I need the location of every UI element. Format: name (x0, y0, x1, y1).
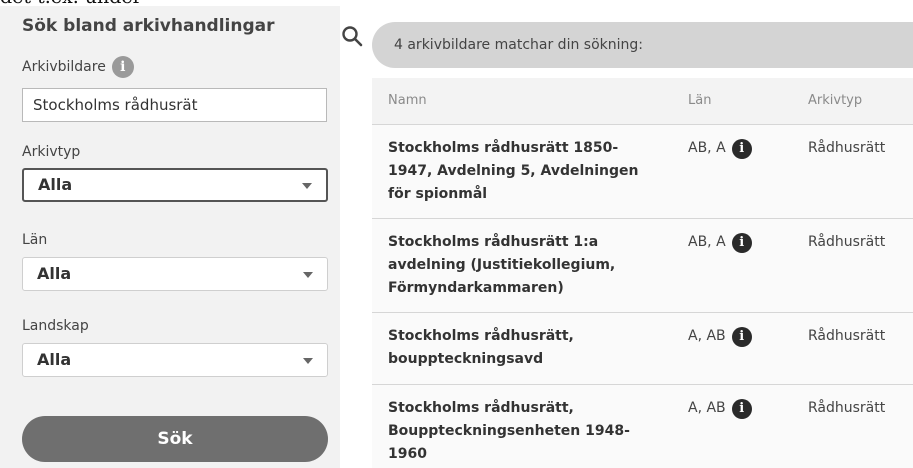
row-arkivtyp: Rådhusrätt (808, 234, 886, 250)
results-summary: 4 arkivbildare matchar din sökning: (372, 22, 913, 68)
chevron-down-icon (302, 183, 312, 189)
lan-select[interactable]: Alla (22, 257, 328, 291)
search-panel: Sök bland arkivhandlingar Arkivbildare i… (0, 6, 340, 468)
info-icon[interactable]: i (731, 232, 752, 253)
column-header-lan[interactable]: Län (688, 93, 711, 108)
arkivbildare-label: Arkivbildare i (22, 56, 134, 78)
row-arkivtyp: Rådhusrätt (808, 328, 886, 344)
row-name-link[interactable]: Stockholms rådhusrätt 1:a avdelning (Jus… (388, 231, 658, 300)
arkivtyp-select[interactable]: Alla (22, 168, 328, 202)
search-icon-button[interactable] (340, 24, 364, 64)
row-lan: A, AB i (688, 397, 752, 420)
info-icon[interactable]: i (731, 138, 752, 159)
lan-value: Alla (37, 264, 72, 283)
chevron-down-icon (303, 358, 313, 364)
row-arkivtyp: Rådhusrätt (808, 400, 886, 416)
row-arkivtyp: Rådhusrätt (808, 140, 886, 156)
row-name-link[interactable]: Stockholms rådhusrätt, Bouppteckningsenh… (388, 397, 658, 466)
info-icon[interactable]: i (731, 398, 752, 419)
row-lan: A, AB i (688, 325, 752, 348)
search-button[interactable]: Sök (22, 416, 328, 462)
table-header: Namn Län Arkivtyp (372, 78, 913, 124)
row-lan-text: A, AB (688, 328, 726, 344)
table-row[interactable]: Stockholms rådhusrätt 1850-1947, Avdelni… (372, 124, 913, 218)
row-lan-text: AB, A (688, 140, 726, 156)
results-table: Namn Län Arkivtyp Stockholms rådhusrätt … (372, 78, 913, 468)
column-header-namn[interactable]: Namn (388, 93, 427, 108)
row-lan: AB, A i (688, 137, 752, 160)
table-row[interactable]: Stockholms rådhusrätt 1:a avdelning (Jus… (372, 218, 913, 312)
search-icon (342, 26, 363, 47)
row-name-link[interactable]: Stockholms rådhusrätt, bouppteckningsavd (388, 325, 658, 371)
landskap-select[interactable]: Alla (22, 343, 328, 377)
landskap-label: Landskap (22, 318, 89, 334)
table-row[interactable]: Stockholms rådhusrätt, bouppteckningsavd… (372, 312, 913, 384)
chevron-down-icon (303, 272, 313, 278)
landskap-value: Alla (37, 350, 72, 369)
panel-title: Sök bland arkivhandlingar (22, 16, 275, 36)
arkivtyp-label: Arkivtyp (22, 144, 81, 160)
arkivbildare-input[interactable]: Stockholms rådhusrät (22, 88, 327, 122)
page: det t.ex. under Sök bland arkivhandlinga… (0, 0, 913, 468)
row-lan-text: AB, A (688, 234, 726, 250)
info-icon[interactable]: i (111, 56, 134, 78)
row-lan-text: A, AB (688, 400, 726, 416)
row-name-link[interactable]: Stockholms rådhusrätt 1850-1947, Avdelni… (388, 137, 658, 206)
lan-label: Län (22, 232, 48, 248)
arkivbildare-label-text: Arkivbildare (22, 59, 106, 75)
info-icon[interactable]: i (731, 326, 752, 347)
table-row[interactable]: Stockholms rådhusrätt, Bouppteckningsenh… (372, 384, 913, 468)
row-lan: AB, A i (688, 231, 752, 254)
arkivtyp-value: Alla (38, 175, 73, 194)
column-header-arkivtyp[interactable]: Arkivtyp (808, 93, 862, 108)
